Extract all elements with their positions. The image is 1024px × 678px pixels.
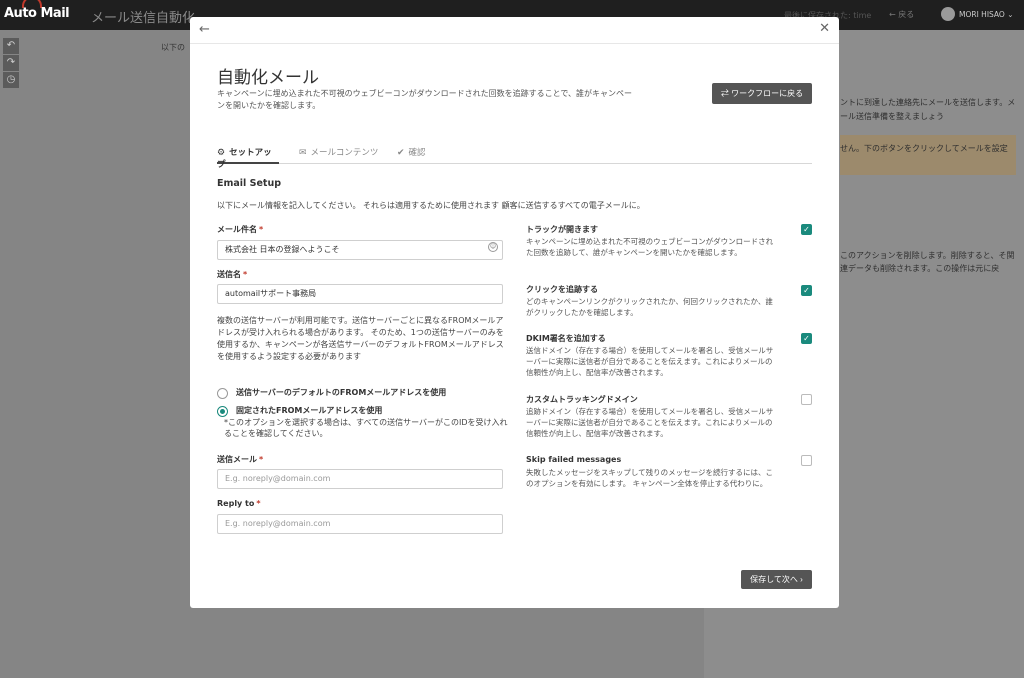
emoji-icon[interactable]: ☺: [488, 242, 498, 252]
subject-label: メール件名 *: [217, 225, 264, 234]
history-icon[interactable]: ◷: [3, 72, 19, 88]
tab-setup[interactable]: ⚙ セットアップ: [217, 146, 279, 170]
reply-to-input[interactable]: E.g. noreply@domain.com: [217, 514, 503, 534]
option-track-opens-desc: キャンペーンに埋め込まれた不可視のウェブビーコンがダウンロードされた回数を追跡し…: [526, 237, 774, 257]
option-dkim-desc: 送信ドメイン（存在する場合）を使用してメールを署名し、受信メールサーバーに実際に…: [526, 346, 774, 377]
dkim-checkbox[interactable]: ✓: [801, 333, 812, 344]
reply-to-label: Reply to *: [217, 499, 261, 508]
back-arrow-icon[interactable]: ←: [199, 22, 210, 37]
workflow-icon: ⇄: [720, 89, 732, 98]
custom-tracking-checkbox[interactable]: [801, 394, 812, 405]
sender-name-label: 送信名 *: [217, 270, 248, 279]
modal-header: ← ✕: [190, 17, 839, 44]
option-skip-failed-desc: 失敗したメッセージをスキップして残りのメッセージを続行するには、このオプションを…: [526, 468, 773, 488]
user-menu[interactable]: MORI HISAO ⌄: [959, 10, 1014, 19]
radio-fixed-note: *このオプションを選択する場合は、すべての送信サーバーがこのIDを受け入れること…: [224, 418, 508, 438]
radio-default-from[interactable]: [217, 388, 228, 399]
radio-default-from-label: 送信サーバーのデフォルトのFROMメールアドレスを使用: [236, 388, 447, 397]
app-title: メール送信自動化: [91, 11, 196, 26]
gear-icon: ⚙: [217, 148, 226, 158]
app-logo[interactable]: Auto Mail: [4, 6, 70, 21]
undo-icon[interactable]: ↶: [3, 38, 19, 54]
multi-server-note: 複数の送信サーバーが利用可能です。送信サーバーごとに異なるFROMメールアドレス…: [217, 316, 504, 361]
from-email-input[interactable]: E.g. noreply@domain.com: [217, 469, 503, 489]
skip-failed-checkbox[interactable]: [801, 455, 812, 466]
side-toolbar: ↶ ↷ ◷: [3, 38, 20, 89]
section-title: Email Setup: [217, 178, 282, 189]
track-opens-checkbox[interactable]: ✓: [801, 224, 812, 235]
canvas-text: 以下の: [161, 43, 185, 52]
save-next-button[interactable]: 保存して次へ ›: [741, 570, 812, 589]
back-link[interactable]: ← 戻る: [889, 9, 914, 20]
subject-input[interactable]: 株式会社 日本の登録へようこそ: [217, 240, 503, 260]
section-description: 以下にメール情報を記入してください。 それらは適用するために使用されます 顧客に…: [217, 201, 645, 210]
from-email-label: 送信メール *: [217, 455, 264, 464]
redo-icon[interactable]: ↷: [3, 55, 19, 71]
tab-email-content[interactable]: ✉ メールコンテンツ: [299, 146, 378, 164]
option-skip-failed-title: Skip failed messages: [526, 455, 622, 464]
tab-confirm[interactable]: ✔ 確認: [397, 146, 426, 164]
option-dkim-title: DKIM署名を追加する: [526, 334, 606, 343]
modal-title: 自動化メール: [217, 68, 319, 88]
option-track-clicks-title: クリックを追跡する: [526, 285, 598, 294]
close-icon[interactable]: ✕: [819, 21, 830, 36]
warning-box: せん。下のボタンをクリックしてメールを設定: [840, 135, 1016, 175]
track-clicks-checkbox[interactable]: ✓: [801, 285, 812, 296]
tab-bar: ⚙ セットアップ ✉ メールコンテンツ ✔ 確認: [217, 146, 812, 170]
automation-email-modal: ← ✕ 自動化メール キャンペーンに埋め込まれた不可視のウェブビーコンがダウンロ…: [190, 17, 839, 608]
radio-fixed-from[interactable]: [217, 406, 228, 417]
option-track-opens-title: トラックが開きます: [526, 225, 598, 234]
sender-name-input[interactable]: automailサポート事務局: [217, 284, 503, 304]
avatar[interactable]: [941, 7, 955, 21]
mail-icon: ✉: [299, 148, 307, 158]
option-track-clicks-desc: どのキャンペーンリンクがクリックされたか、何回クリックされたか、誰がクリックした…: [526, 297, 773, 317]
option-custom-tracking-title: カスタムトラッキングドメイン: [526, 395, 638, 404]
option-custom-tracking-desc: 追跡ドメイン（存在する場合）を使用してメールを署名し、受信メールサーバーに実際に…: [526, 407, 774, 438]
modal-description: キャンペーンに埋め込まれた不可視のウェブビーコンがダウンロードされた回数を追跡す…: [217, 89, 633, 110]
panel-delete-text: このアクションを削除します。削除すると、そ関連データも削除されます。この操作は元…: [840, 251, 1015, 273]
check-icon: ✔: [397, 148, 405, 158]
panel-text: ントに到達した連絡先にメールを送信します。メール送信準備を整えましょう: [840, 98, 1016, 121]
radio-fixed-from-label: 固定されたFROMメールアドレスを使用: [236, 406, 383, 415]
back-to-workflow-button[interactable]: ⇄ ワークフローに戻る: [712, 83, 812, 104]
